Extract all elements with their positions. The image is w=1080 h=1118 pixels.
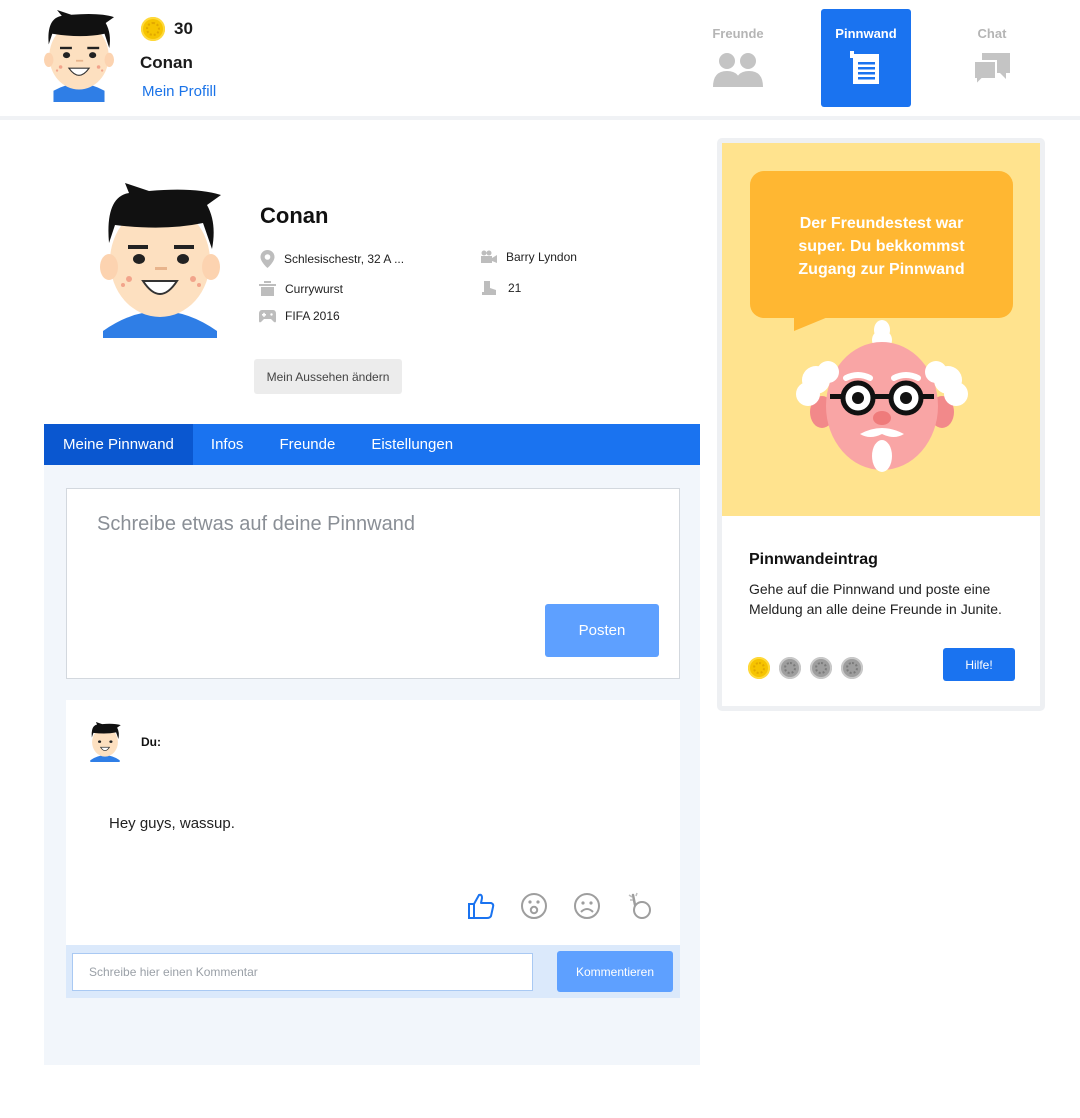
- mission-card: Der Freundestest war super. Du bekkommst…: [717, 138, 1045, 711]
- tab-my-wall[interactable]: Meine Pinnwand: [44, 424, 193, 465]
- boot-icon: [482, 281, 496, 295]
- post-author-avatar: [90, 722, 121, 762]
- nav-wall[interactable]: Pinnwand: [821, 9, 911, 107]
- comment-button[interactable]: Kommentieren: [557, 951, 673, 992]
- help-button[interactable]: Hilfe!: [943, 648, 1015, 681]
- comment-bar: Kommentieren: [66, 945, 680, 998]
- chat-icon: [973, 53, 1010, 87]
- progress-coin-icon: [841, 657, 863, 679]
- info-food: Currywurst: [259, 281, 343, 296]
- tab-friends[interactable]: Freunde: [261, 424, 353, 465]
- post-button[interactable]: Posten: [545, 604, 659, 657]
- wall-compose-box[interactable]: Schreibe etwas auf deine Pinnwand Posten: [66, 488, 680, 679]
- poke-icon[interactable]: [625, 891, 655, 921]
- post-text: Hey guys, wassup.: [109, 815, 235, 832]
- gamepad-icon: [259, 310, 276, 323]
- progress-coin-icon: [779, 657, 801, 679]
- progress-coin-icon: [810, 657, 832, 679]
- speech-bubble: Der Freundestest war super. Du bekkommst…: [750, 171, 1013, 318]
- wall-post: Du: Hey guys, wassup.: [66, 700, 680, 945]
- profile-name: Conan: [260, 203, 329, 228]
- change-appearance-button[interactable]: Mein Aussehen ändern: [254, 359, 402, 394]
- tab-infos[interactable]: Infos: [193, 424, 262, 465]
- food-pot-icon: [259, 281, 276, 296]
- my-profile-link[interactable]: Mein Profill: [142, 83, 216, 100]
- nav-chat-label: Chat: [977, 26, 1007, 41]
- profile-avatar: [100, 183, 221, 338]
- mission-title: Pinnwandeintrag: [749, 551, 878, 568]
- thumbs-up-icon[interactable]: [466, 891, 496, 921]
- nav-friends[interactable]: Freunde: [693, 9, 783, 107]
- location-pin-icon: [260, 250, 275, 268]
- game-text: FIFA 2016: [285, 309, 340, 323]
- header-user-name: Conan: [140, 53, 193, 72]
- info-age: 21: [481, 281, 521, 295]
- coin-balance: 30: [141, 17, 193, 41]
- movie-text: Barry Lyndon: [506, 250, 577, 264]
- comment-input[interactable]: [72, 953, 533, 991]
- nav-friends-label: Freunde: [712, 26, 764, 41]
- nav-chat[interactable]: Chat: [947, 9, 1037, 107]
- professor-illustration: [796, 320, 968, 472]
- video-camera-icon: [481, 250, 497, 263]
- progress-coin-icon: [748, 657, 770, 679]
- profile-tabs: Meine Pinnwand Infos Freunde Eistellunge…: [44, 424, 700, 465]
- coin-count: 30: [174, 19, 193, 38]
- top-header: 30 Conan Mein Profill Freunde Pinnwand C…: [0, 0, 1080, 120]
- coin-icon: [141, 17, 165, 41]
- compose-input[interactable]: Schreibe etwas auf deine Pinnwand: [97, 513, 415, 536]
- info-address: Schlesischestr, 32 A ...: [260, 250, 404, 268]
- speech-bubble-text: Der Freundestest war super. Du bekkommst…: [798, 215, 965, 278]
- food-text: Currywurst: [285, 281, 344, 296]
- friends-icon: [713, 53, 763, 87]
- tab-settings[interactable]: Eistellungen: [353, 424, 471, 465]
- mission-illustration: Der Freundestest war super. Du bekkommst…: [722, 143, 1040, 516]
- info-movie: Barry Lyndon: [481, 250, 577, 264]
- info-game: FIFA 2016: [259, 309, 340, 323]
- wall-icon: [850, 51, 879, 84]
- nav-wall-label: Pinnwand: [835, 26, 897, 41]
- user-avatar[interactable]: [40, 10, 118, 102]
- post-author-label: Du:: [141, 735, 161, 749]
- sad-icon[interactable]: [572, 891, 602, 921]
- mission-progress: [748, 657, 872, 679]
- age-text: 21: [508, 281, 522, 295]
- mission-description: Gehe auf die Pinnwand und poste eine Mel…: [749, 581, 1002, 617]
- surprised-icon[interactable]: [519, 891, 549, 921]
- address-text: Schlesischestr, 32 A ...: [284, 252, 405, 266]
